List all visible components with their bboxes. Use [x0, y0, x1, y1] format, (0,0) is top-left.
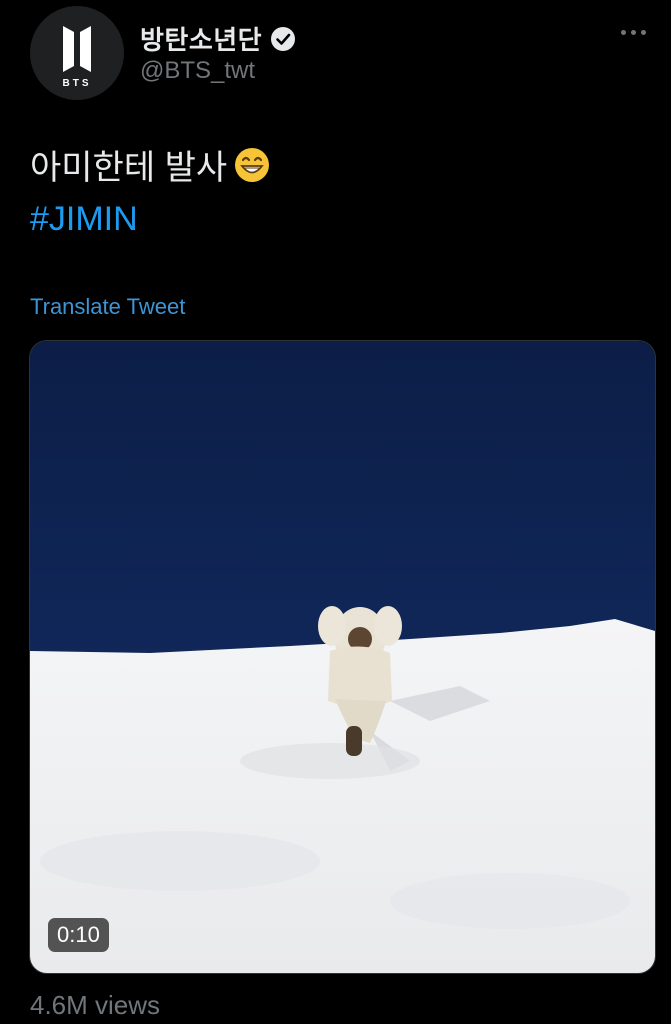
grinning-face-emoji [235, 147, 270, 182]
view-count: 4.6M views [30, 990, 161, 1020]
hashtag-link[interactable]: #JIMIN [30, 200, 138, 239]
verified-badge-icon [271, 26, 296, 51]
avatar[interactable]: BTS [30, 6, 124, 100]
more-options-icon[interactable] [621, 22, 651, 42]
translate-tweet-link[interactable]: Translate Tweet [30, 294, 185, 320]
video-player[interactable] [29, 340, 656, 974]
author-name-row: 방탄소년단 [140, 20, 296, 57]
video-thumbnail [30, 341, 655, 973]
user-handle[interactable]: @BTS_twt [140, 57, 255, 85]
bts-logo-icon: BTS [63, 26, 92, 89]
tweet-text: 아미한테 발사 [30, 149, 228, 187]
video-duration-badge: 0:10 [48, 918, 109, 952]
tweet-text-row: 아미한테 발사 [30, 140, 271, 189]
avatar-logo-text: BTS [63, 78, 92, 89]
display-name[interactable]: 방탄소년단 [140, 20, 262, 57]
